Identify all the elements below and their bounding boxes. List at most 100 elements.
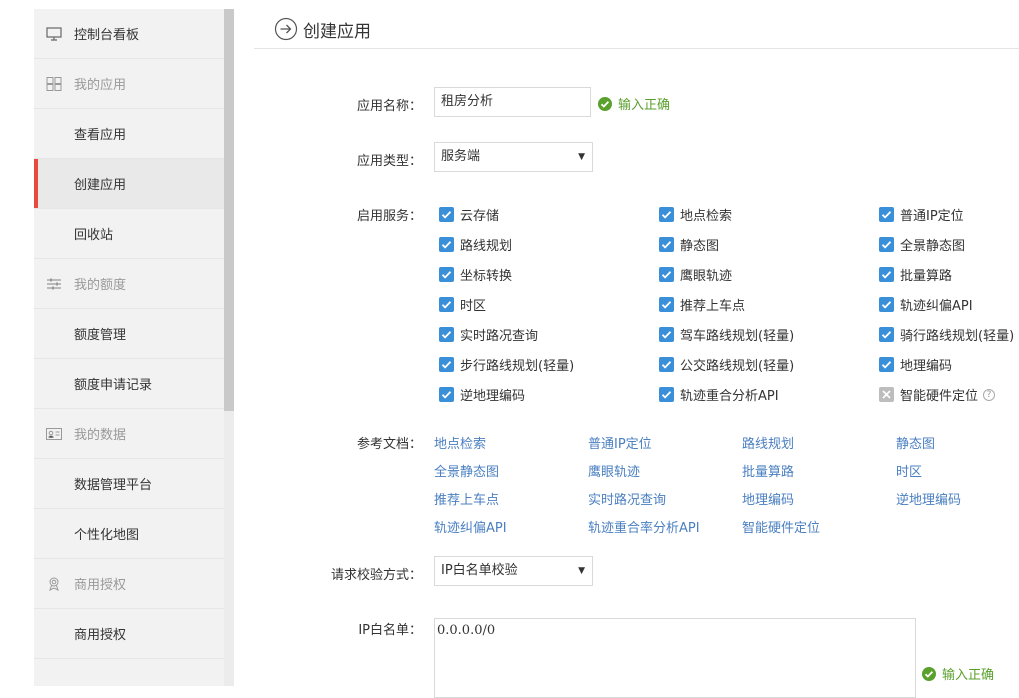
checkbox-checked-icon[interactable] <box>659 387 674 402</box>
checkbox-checked-icon[interactable] <box>439 387 454 402</box>
checkbox-checked-icon[interactable] <box>439 357 454 372</box>
app-name-valid: 输入正确 <box>598 94 670 113</box>
help-icon[interactable]: ? <box>983 388 996 401</box>
whitelist-valid: 输入正确 <box>922 664 994 683</box>
service-checkbox[interactable]: 地理编码 <box>879 355 952 374</box>
checkbox-checked-icon[interactable] <box>439 297 454 312</box>
sidebar-item[interactable]: 我的数据 <box>34 409 224 459</box>
verify-value: IP白名单校验 <box>441 563 518 578</box>
app-name-input[interactable]: 租房分析 <box>434 87 591 117</box>
doc-link[interactable]: 逆地理编码 <box>896 489 961 508</box>
checkbox-checked-icon[interactable] <box>879 207 894 222</box>
sidebar-item[interactable]: 商用授权 <box>34 609 224 659</box>
sidebar-item[interactable]: 额度管理 <box>34 309 224 359</box>
checkbox-checked-icon[interactable] <box>879 237 894 252</box>
service-checkbox[interactable]: 实时路况查询 <box>439 325 538 344</box>
check-circle-icon <box>598 96 612 111</box>
page-title: 创建应用 <box>303 22 371 42</box>
service-label: 全景静态图 <box>900 239 966 254</box>
checkbox-checked-icon[interactable] <box>879 267 894 282</box>
service-checkbox[interactable]: 步行路线规划(轻量) <box>439 355 574 374</box>
sidebar-item-label: 额度管理 <box>74 328 127 343</box>
service-checkbox[interactable]: 轨迹纠偏API <box>879 295 973 314</box>
doc-link[interactable]: 实时路况查询 <box>588 489 666 508</box>
monitor-icon <box>46 26 62 41</box>
checkbox-checked-icon[interactable] <box>879 357 894 372</box>
service-checkbox[interactable]: 推荐上车点 <box>659 295 745 314</box>
back-arrow-icon[interactable] <box>274 17 298 41</box>
service-label: 推荐上车点 <box>680 299 746 314</box>
doc-link[interactable]: 地点检索 <box>434 433 486 452</box>
app-type-value: 服务端 <box>441 149 481 164</box>
checkbox-checked-icon[interactable] <box>439 237 454 252</box>
whitelist-textarea[interactable]: 0.0.0.0/0 <box>434 618 916 698</box>
sidebar-scrollbar-thumb[interactable] <box>224 9 234 411</box>
service-checkbox[interactable]: 批量算路 <box>879 265 952 284</box>
doc-link[interactable]: 轨迹纠偏API <box>434 517 507 536</box>
checkbox-checked-icon[interactable] <box>439 207 454 222</box>
service-checkbox[interactable]: 路线规划 <box>439 235 512 254</box>
docs-label: 参考文档： <box>356 437 422 452</box>
service-label: 坐标转换 <box>460 269 513 284</box>
service-checkbox[interactable]: 骑行路线规划(轻量) <box>879 325 1014 344</box>
checkbox-checked-icon[interactable] <box>879 297 894 312</box>
sidebar-item-label: 商用授权 <box>74 578 127 593</box>
service-checkbox[interactable]: 驾车路线规划(轻量) <box>659 325 794 344</box>
sidebar-item-partial[interactable] <box>34 659 224 686</box>
checkbox-checked-icon[interactable] <box>659 297 674 312</box>
service-label: 智能硬件定位 <box>900 389 979 404</box>
service-checkbox[interactable]: 地点检索 <box>659 205 732 224</box>
checkbox-disabled-icon[interactable] <box>879 387 894 402</box>
doc-link[interactable]: 智能硬件定位 <box>742 517 820 536</box>
checkbox-checked-icon[interactable] <box>439 327 454 342</box>
sidebar-item[interactable]: 创建应用 <box>34 159 224 209</box>
sidebar-item[interactable]: 额度申请记录 <box>34 359 224 409</box>
checkbox-checked-icon[interactable] <box>659 327 674 342</box>
checkbox-checked-icon[interactable] <box>879 327 894 342</box>
verify-select[interactable]: IP白名单校验 ▼ <box>434 556 593 586</box>
sidebar-item[interactable]: 数据管理平台 <box>34 459 224 509</box>
checkbox-checked-icon[interactable] <box>659 267 674 282</box>
app-type-select[interactable]: 服务端 ▼ <box>434 142 593 172</box>
sidebar-item[interactable]: 我的应用 <box>34 59 224 109</box>
valid-text: 输入正确 <box>618 98 671 113</box>
service-checkbox[interactable]: 普通IP定位 <box>879 205 964 224</box>
page-header: 创建应用 <box>254 9 1019 49</box>
service-checkbox[interactable]: 轨迹重合分析API <box>659 385 779 404</box>
doc-link[interactable]: 鹰眼轨迹 <box>588 461 640 480</box>
checkbox-checked-icon[interactable] <box>659 207 674 222</box>
service-checkbox[interactable]: 智能硬件定位? <box>879 385 996 404</box>
service-checkbox[interactable]: 坐标转换 <box>439 265 512 284</box>
sidebar-item-label: 我的额度 <box>74 278 127 293</box>
doc-link[interactable]: 时区 <box>896 461 922 480</box>
sidebar-item[interactable]: 个性化地图 <box>34 509 224 559</box>
award-icon <box>46 577 62 591</box>
sidebar-item[interactable]: 控制台看板 <box>34 9 224 59</box>
doc-link[interactable]: 推荐上车点 <box>434 489 499 508</box>
service-label: 静态图 <box>680 239 720 254</box>
sidebar-item[interactable]: 我的额度 <box>34 259 224 309</box>
checkbox-checked-icon[interactable] <box>659 237 674 252</box>
doc-link[interactable]: 批量算路 <box>742 461 794 480</box>
service-checkbox[interactable]: 静态图 <box>659 235 719 254</box>
checkbox-checked-icon[interactable] <box>439 267 454 282</box>
checkbox-checked-icon[interactable] <box>659 357 674 372</box>
dropdown-arrow-icon: ▼ <box>578 566 585 576</box>
service-checkbox[interactable]: 鹰眼轨迹 <box>659 265 732 284</box>
doc-link[interactable]: 普通IP定位 <box>588 433 652 452</box>
doc-link[interactable]: 全景静态图 <box>434 461 499 480</box>
doc-link[interactable]: 轨迹重合率分析API <box>588 517 700 536</box>
service-checkbox[interactable]: 全景静态图 <box>879 235 965 254</box>
sidebar-item[interactable]: 商用授权 <box>34 559 224 609</box>
sidebar-scrollbar[interactable] <box>224 9 234 686</box>
sidebar-item[interactable]: 查看应用 <box>34 109 224 159</box>
doc-link[interactable]: 路线规划 <box>742 433 794 452</box>
doc-link[interactable]: 静态图 <box>896 433 935 452</box>
service-checkbox[interactable]: 时区 <box>439 295 486 314</box>
service-checkbox[interactable]: 公交路线规划(轻量) <box>659 355 794 374</box>
check-circle-icon <box>922 666 936 681</box>
doc-link[interactable]: 地理编码 <box>742 489 794 508</box>
service-checkbox[interactable]: 云存储 <box>439 205 499 224</box>
sidebar-item[interactable]: 回收站 <box>34 209 224 259</box>
service-checkbox[interactable]: 逆地理编码 <box>439 385 525 404</box>
